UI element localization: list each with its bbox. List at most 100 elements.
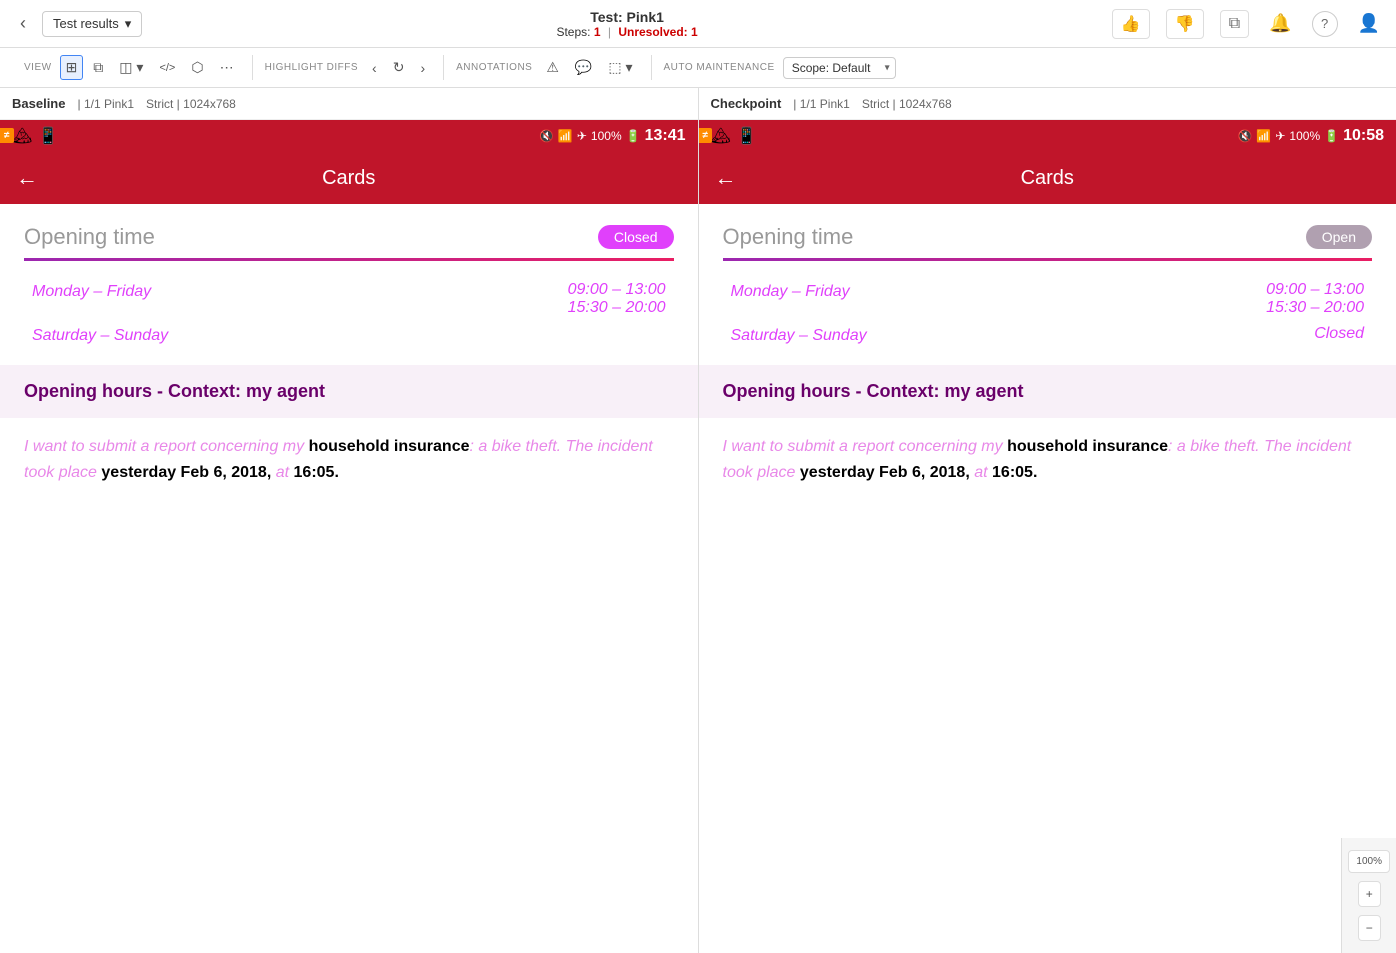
- top-bar-left: ‹ Test results ▾: [12, 9, 142, 38]
- annotations-group: ANNOTATIONS ⚠ 💬 ⬚ ▾: [444, 55, 651, 80]
- baseline-hours-row2: Saturday – Sunday: [24, 321, 674, 349]
- side-actions: 100% + −: [1341, 838, 1396, 953]
- checkpoint-status-bar: 🏔 📱 🔇 📶 ✈ 100% 🔋 10:58: [699, 120, 1396, 152]
- checkpoint-context-section: Opening hours - Context: my agent: [699, 365, 1396, 418]
- toolbar: VIEW ⊞ ⧉ ◫ ▾ </> ⬡ ⋯ HIGHLIGHT DIFFS ‹ ↻…: [0, 48, 1396, 88]
- checkpoint-opening-title: Opening time: [723, 224, 854, 250]
- baseline-report-bold3: 16:05.: [294, 464, 339, 481]
- baseline-day2: Saturday – Sunday: [32, 325, 666, 345]
- view-group: VIEW ⊞ ⧉ ◫ ▾ </> ⬡ ⋯: [12, 55, 253, 80]
- highlight-label: HIGHLIGHT DIFFS: [265, 62, 358, 73]
- test-results-dropdown[interactable]: Test results ▾: [42, 11, 142, 37]
- thumb-down-button[interactable]: 👎: [1166, 9, 1204, 39]
- checkpoint-day1: Monday – Friday: [731, 281, 1267, 301]
- top-bar: ‹ Test results ▾ Test: Pink1 Steps: 1 | …: [0, 0, 1396, 48]
- baseline-title: Baseline: [12, 96, 65, 111]
- checkpoint-mute-icon: 🔇: [1237, 129, 1252, 143]
- checkpoint-icon2: 📱: [737, 126, 757, 146]
- scope-select[interactable]: Scope: Default Scope: Global Scope: Loca…: [783, 57, 896, 79]
- checkpoint-report-text: I want to submit a report concerning my …: [723, 434, 1373, 485]
- more-button[interactable]: ⋯: [214, 55, 240, 80]
- checkpoint-opening-card: Opening time Open Monday – Friday 09:00 …: [699, 204, 1396, 365]
- annotations-label: ANNOTATIONS: [456, 62, 532, 73]
- unresolved-label: Unresolved: 1: [618, 25, 697, 39]
- checkpoint-icon1: 🏔: [711, 126, 731, 146]
- zoom-out-button[interactable]: −: [1358, 915, 1381, 941]
- baseline-context-section: Opening hours - Context: my agent: [0, 365, 698, 418]
- baseline-battery-icon: 🔋: [626, 129, 641, 143]
- baseline-airplane-icon: ✈: [577, 129, 587, 143]
- bell-icon-button[interactable]: 🔔: [1265, 9, 1295, 38]
- checkpoint-context-title: Opening hours - Context: my agent: [723, 381, 1373, 402]
- shape-button[interactable]: ⬡: [185, 55, 209, 80]
- baseline-opening-card: Opening time Closed Monday – Friday 09:0…: [0, 204, 698, 365]
- baseline-times1: 09:00 – 13:00 15:30 – 20:00: [568, 281, 666, 317]
- baseline-opening-title: Opening time: [24, 224, 155, 250]
- scope-wrapper: Scope: Default Scope: Global Scope: Loca…: [783, 57, 896, 79]
- checkpoint-report-faded1: I want to submit a report concerning my: [723, 438, 1008, 455]
- baseline-report-text: I want to submit a report concerning my …: [24, 434, 674, 485]
- chevron-down-icon: ▾: [125, 16, 132, 32]
- baseline-phone: 🏔 📱 🔇 📶 ✈ 100% 🔋 13:41: [0, 120, 698, 953]
- auto-maintenance-group: AUTO MAINTENANCE Scope: Default Scope: G…: [652, 57, 908, 79]
- baseline-header: Baseline | 1/1 Pink1 Strict | 1024x768: [0, 88, 698, 120]
- baseline-opening-header: Opening time Closed: [24, 224, 674, 250]
- checkpoint-report-bold2: yesterday Feb 6, 2018,: [800, 464, 974, 481]
- main-content: Baseline | 1/1 Pink1 Strict | 1024x768 ≠…: [0, 88, 1396, 953]
- baseline-back-arrow[interactable]: ←: [16, 165, 38, 191]
- checkpoint-opening-header: Opening time Open: [723, 224, 1373, 250]
- comment-icon-button[interactable]: 💬: [569, 55, 598, 80]
- select-icon-button[interactable]: ⬚ ▾: [602, 55, 638, 80]
- test-name: Test: Pink1: [556, 9, 697, 25]
- baseline-card-area: Opening time Closed Monday – Friday 09:0…: [0, 204, 698, 953]
- back-button[interactable]: ‹: [12, 9, 34, 38]
- grid-view-button[interactable]: ⊞: [60, 55, 84, 80]
- next-diff-button[interactable]: ›: [414, 56, 431, 80]
- checkpoint-back-arrow[interactable]: ←: [715, 165, 737, 191]
- zoom-in-button[interactable]: +: [1358, 881, 1381, 907]
- checkpoint-title: Checkpoint: [711, 96, 782, 111]
- code-view-button[interactable]: </>: [153, 58, 181, 78]
- copy-button[interactable]: ⧉: [1220, 10, 1249, 38]
- baseline-time1a: 09:00 – 13:00: [568, 281, 666, 299]
- baseline-app-title: Cards: [54, 167, 644, 190]
- baseline-hours-row1: Monday – Friday 09:00 – 13:00 15:30 – 20…: [24, 277, 674, 321]
- steps-label: Steps:: [556, 25, 590, 39]
- view-label: VIEW: [24, 62, 52, 73]
- checkpoint-day2: Saturday – Sunday: [731, 325, 1315, 345]
- baseline-content: ≠ 🏔 📱 🔇 📶 ✈: [0, 120, 698, 953]
- layers-button[interactable]: ◫ ▾: [113, 55, 149, 80]
- baseline-context-title: Opening hours - Context: my agent: [24, 381, 674, 402]
- split-view-button[interactable]: ⧉: [87, 55, 109, 80]
- baseline-icon2: 📱: [38, 126, 58, 146]
- checkpoint-report-section: I want to submit a report concerning my …: [699, 418, 1396, 501]
- user-icon-button[interactable]: 👤: [1354, 9, 1384, 38]
- alert-icon-button[interactable]: ⚠: [540, 55, 565, 80]
- checkpoint-divider: [723, 258, 1373, 261]
- test-meta: Steps: 1 | Unresolved: 1: [556, 25, 697, 39]
- baseline-scroll[interactable]: 🏔 📱 🔇 📶 ✈ 100% 🔋 13:41: [0, 120, 698, 953]
- checkpoint-report-at: at: [974, 464, 992, 481]
- checkpoint-airplane-icon: ✈: [1275, 129, 1285, 143]
- refresh-diff-button[interactable]: ↻: [387, 55, 411, 80]
- top-bar-right: 👍 👎 ⧉ 🔔 ? 👤: [1112, 9, 1384, 39]
- baseline-battery-pct: 100%: [591, 129, 622, 143]
- baseline-status-badge: Closed: [598, 225, 674, 249]
- baseline-mute-icon: 🔇: [539, 129, 554, 143]
- help-icon-button[interactable]: ?: [1312, 11, 1338, 37]
- zoom-100-button[interactable]: 100%: [1348, 850, 1390, 873]
- auto-maintenance-label: AUTO MAINTENANCE: [664, 62, 775, 73]
- checkpoint-report-bold1: household insurance: [1007, 438, 1168, 455]
- baseline-status-right: 🔇 📶 ✈ 100% 🔋 13:41: [539, 127, 686, 145]
- checkpoint-status-right: 🔇 📶 ✈ 100% 🔋 10:58: [1237, 127, 1384, 145]
- checkpoint-hours-row1: Monday – Friday 09:00 – 13:00 15:30 – 20…: [723, 277, 1373, 321]
- baseline-report-at: at: [276, 464, 294, 481]
- checkpoint-status-badge: Open: [1306, 225, 1372, 249]
- checkpoint-scroll[interactable]: 🏔 📱 🔇 📶 ✈ 100% 🔋 10:58: [699, 120, 1396, 953]
- checkpoint-phone: 🏔 📱 🔇 📶 ✈ 100% 🔋 10:58: [699, 120, 1396, 953]
- prev-diff-button[interactable]: ‹: [366, 56, 383, 80]
- checkpoint-content: ≠ 🏔 📱 🔇 📶 ✈: [699, 120, 1396, 953]
- baseline-report-bold1: household insurance: [309, 438, 470, 455]
- checkpoint-status-left: 🏔 📱: [711, 126, 757, 146]
- thumb-up-button[interactable]: 👍: [1112, 9, 1150, 39]
